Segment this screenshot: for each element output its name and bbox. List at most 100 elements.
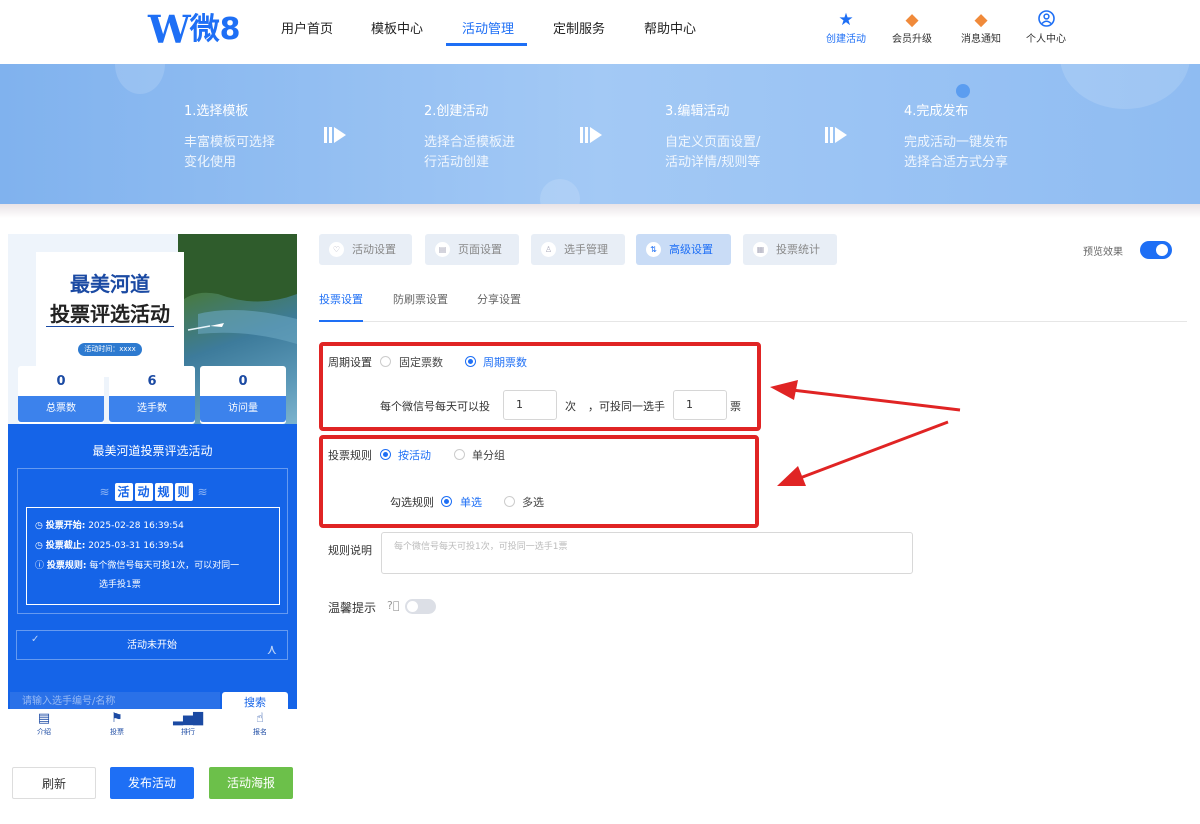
title-divider — [46, 326, 174, 327]
rules-char: 规 — [154, 483, 173, 501]
preview-title-line-1: 最美河道 — [70, 272, 150, 296]
clock-icon: ◷ — [35, 521, 46, 531]
mobile-preview: 最美河道 投票评选活动 活动时间：xxxx 0 总票数 6 选手数 0 访问量 … — [8, 234, 297, 709]
tab-page-settings[interactable]: ▤ 页面设置 — [425, 234, 519, 265]
stat-label: 总票数 — [18, 396, 104, 422]
subtab-anti-fraud[interactable]: 防刷票设置 — [393, 291, 448, 307]
tab-vote-statistics[interactable]: ▦ 投票统计 — [743, 234, 837, 265]
step-3-title: 3.编辑活动 — [665, 104, 730, 119]
rules-details: ◷ 投票开始: 2025-02-28 16:39:54 ◷ 投票截止: 2025… — [26, 507, 280, 605]
nav-template-center[interactable]: 模板中心 — [371, 18, 423, 37]
toggle-knob — [407, 601, 418, 612]
warm-tip-toggle[interactable] — [405, 599, 436, 614]
personal-center-button[interactable]: 个人中心 — [1015, 10, 1077, 45]
preview-tabbar: ▤ 介绍 ⚑ 投票 ▂▅▇ 排行 ☝ 报名 — [8, 709, 297, 745]
tab-vote[interactable]: ⚑ 投票 — [92, 711, 142, 737]
nav-activity-management[interactable]: 活动管理 — [462, 18, 514, 37]
step-3: 3.编辑活动 自定义页面设置/ 活动详情/规则等 — [665, 100, 760, 173]
rule-start: ◷ 投票开始: 2025-02-28 16:39:54 — [35, 518, 184, 531]
step-arrow-icon — [580, 127, 602, 143]
activity-date-tag: 活动时间：xxxx — [78, 343, 142, 356]
step-2: 2.创建活动 选择合适模板进 行活动创建 — [424, 100, 515, 173]
tab-intro[interactable]: ▤ 介绍 — [19, 711, 69, 737]
rule-vote-cont: 选手投1票 — [99, 580, 141, 590]
tab-advanced-settings[interactable]: ⇅ 高级设置 — [636, 234, 731, 265]
contestant-search-input[interactable]: 请输入选手编号/名称 — [10, 692, 220, 709]
notification-badge-icon: ◆ — [974, 10, 988, 30]
step-arrow-icon — [324, 127, 346, 143]
tab-label: 页面设置 — [458, 243, 502, 256]
stat-value: 0 — [238, 374, 248, 389]
tab-label: 选手管理 — [564, 243, 608, 256]
banner-shadow — [0, 204, 1200, 218]
sliders-icon: ⇅ — [646, 242, 661, 257]
rules-char: 活 — [114, 483, 133, 501]
step-3-desc-2: 活动详情/规则等 — [665, 155, 761, 170]
sparkle-star-icon: ★ — [838, 10, 854, 30]
nav-user-home[interactable]: 用户首页 — [281, 18, 333, 37]
rule-vote-value-1: 每个微信号每天可投1次，可以对同一 — [89, 561, 240, 571]
tab-intro-label: 介绍 — [37, 728, 51, 736]
flag-icon: ⚑ — [111, 711, 123, 726]
tab-ranking[interactable]: ▂▅▇ 排行 — [163, 711, 213, 737]
step-4: 4.完成发布 完成活动一键发布 选择合适方式分享 — [904, 100, 1008, 173]
stat-value: 0 — [56, 374, 66, 389]
heart-icon: ♡ — [329, 242, 344, 257]
step-1-title: 1.选择模板 — [184, 104, 249, 119]
step-2-title: 2.创建活动 — [424, 104, 489, 119]
rule-description-textarea[interactable]: 每个微信号每天可投1次，可投同一选手1票 — [381, 532, 913, 574]
user-icon — [1015, 10, 1077, 30]
create-activity-button[interactable]: ★ 创建活动 — [815, 10, 877, 45]
member-upgrade-button[interactable]: ◆ 会员升级 — [881, 10, 943, 45]
search-button[interactable]: 搜索 — [222, 692, 288, 709]
activity-status: ✓ 活动未开始 ⋏ — [16, 630, 288, 660]
rule-end-value: 2025-03-31 16:39:54 — [88, 541, 184, 551]
info-icon: ⓘ — [35, 561, 47, 571]
step-2-desc-2: 行活动创建 — [424, 155, 490, 170]
step-4-desc-1: 完成活动一键发布 — [904, 135, 1009, 150]
tab-contestant-management[interactable]: ♙ 选手管理 — [531, 234, 625, 265]
rule-end-label: 投票截止: — [45, 541, 86, 551]
step-4-desc-2: 选择合适方式分享 — [904, 155, 1009, 170]
page-icon: ▤ — [435, 242, 450, 257]
activity-poster-button[interactable]: 活动海报 — [209, 767, 293, 799]
nav-custom-service[interactable]: 定制服务 — [553, 18, 605, 37]
activity-name: 最美河道投票评选活动 — [92, 444, 213, 458]
rule-start-value: 2025-02-28 16:39:54 — [88, 521, 184, 531]
publish-activity-button[interactable]: 发布活动 — [110, 767, 194, 799]
subtab-share-settings[interactable]: 分享设置 — [477, 291, 521, 307]
step-2-desc-1: 选择合适模板进 — [424, 135, 516, 150]
step-1-desc-1: 丰富模板可选择 — [184, 135, 276, 150]
rule-vote-label: 投票规则: — [46, 561, 87, 571]
bird-icon: ⋏ — [266, 642, 277, 658]
rules-heading: ≋ 活动规则 ≋ — [99, 483, 208, 501]
nav-active-underline — [446, 43, 527, 46]
subtab-vote-settings[interactable]: 投票设置 — [319, 291, 363, 307]
tab-signup[interactable]: ☝ 报名 — [235, 711, 285, 737]
person-icon: ♙ — [541, 242, 556, 257]
refresh-button[interactable]: 刷新 — [12, 767, 96, 799]
help-circle-icon[interactable]: ?⃝ — [387, 599, 399, 612]
preview-toggle[interactable] — [1140, 241, 1172, 259]
preview-title-line-2: 投票评选活动 — [50, 302, 170, 326]
nav-help-center[interactable]: 帮助中心 — [644, 18, 696, 37]
tab-activity-settings[interactable]: ♡ 活动设置 — [319, 234, 412, 265]
tab-label: 活动设置 — [352, 243, 396, 256]
rules-char: 动 — [134, 483, 153, 501]
tab-vote-label: 投票 — [110, 728, 124, 736]
preview-toggle-label: 预览效果 — [1083, 247, 1123, 258]
rules-char: 则 — [174, 483, 193, 501]
stat-value: 6 — [147, 374, 157, 389]
hand-tap-icon: ☝ — [256, 711, 264, 726]
step-3-desc-1: 自定义页面设置/ — [665, 135, 761, 150]
bar-chart-icon: ▂▅▇ — [173, 711, 203, 726]
stats-icon: ▦ — [753, 242, 768, 257]
rule-end: ◷ 投票截止: 2025-03-31 16:39:54 — [35, 538, 184, 551]
toggle-knob — [1156, 244, 1168, 256]
notifications-button[interactable]: ◆ 消息通知 — [950, 10, 1012, 45]
member-upgrade-label: 会员升级 — [892, 34, 932, 45]
logo-text: 微8 — [189, 12, 241, 47]
logo[interactable]: W 微8 — [148, 10, 241, 50]
bird-icon: ✓ — [31, 634, 40, 645]
stat-total-votes: 0 总票数 — [18, 366, 104, 424]
